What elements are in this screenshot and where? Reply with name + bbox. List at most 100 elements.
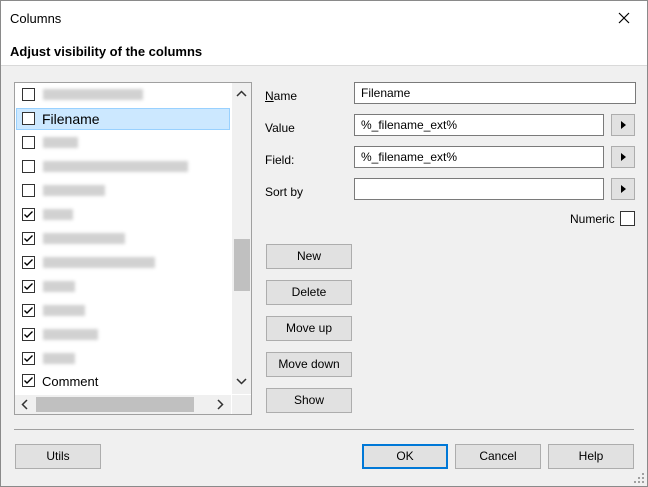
scroll-right-button[interactable] bbox=[210, 396, 229, 413]
redacted-label bbox=[43, 257, 155, 268]
triangle-right-icon bbox=[621, 121, 626, 129]
chevron-up-icon bbox=[236, 90, 247, 97]
redacted-label bbox=[43, 137, 78, 148]
scroll-left-button[interactable] bbox=[16, 396, 35, 413]
redacted-label bbox=[43, 305, 85, 316]
check-icon bbox=[24, 211, 33, 218]
close-icon bbox=[618, 12, 630, 24]
column-checkbox[interactable] bbox=[22, 374, 35, 387]
horizontal-scrollbar[interactable] bbox=[15, 395, 231, 414]
new-button[interactable]: New bbox=[266, 244, 352, 269]
list-item[interactable] bbox=[16, 228, 230, 250]
sortby-insert-button[interactable] bbox=[611, 178, 635, 200]
horizontal-scroll-thumb[interactable] bbox=[36, 397, 194, 412]
cancel-button[interactable]: Cancel bbox=[455, 444, 541, 469]
check-icon bbox=[24, 331, 33, 338]
redacted-label bbox=[43, 89, 143, 100]
name-label: Name bbox=[265, 89, 298, 103]
scroll-up-button[interactable] bbox=[232, 85, 251, 102]
redacted-label bbox=[43, 185, 105, 196]
name-field[interactable]: Filename bbox=[354, 82, 636, 104]
check-icon bbox=[24, 235, 33, 242]
delete-button[interactable]: Delete bbox=[266, 280, 352, 305]
value-insert-button[interactable] bbox=[611, 114, 635, 136]
vertical-scroll-thumb[interactable] bbox=[234, 239, 250, 291]
ok-button[interactable]: OK bbox=[362, 444, 448, 469]
scrollbar-corner bbox=[232, 395, 251, 414]
list-item[interactable] bbox=[16, 324, 230, 346]
redacted-label bbox=[43, 161, 188, 172]
column-checkbox[interactable] bbox=[22, 352, 35, 365]
list-item[interactable] bbox=[16, 348, 230, 370]
field-insert-button[interactable] bbox=[611, 146, 635, 168]
title-bar: Columns bbox=[1, 1, 647, 35]
redacted-label bbox=[43, 329, 98, 340]
value-label-text: Value bbox=[265, 121, 295, 135]
redacted-label bbox=[43, 209, 73, 220]
column-checkbox[interactable] bbox=[22, 136, 35, 149]
numeric-checkbox[interactable] bbox=[620, 211, 635, 226]
column-checkbox[interactable] bbox=[22, 208, 35, 221]
dialog-subtitle: Adjust visibility of the columns bbox=[10, 44, 203, 59]
show-button[interactable]: Show bbox=[266, 388, 352, 413]
chevron-left-icon bbox=[21, 399, 28, 410]
move-down-button[interactable]: Move down bbox=[266, 352, 352, 377]
value-label: Value bbox=[265, 121, 295, 135]
chevron-right-icon bbox=[217, 399, 224, 410]
list-item[interactable]: Comment bbox=[16, 370, 230, 392]
redacted-label bbox=[43, 281, 75, 292]
column-label: Comment bbox=[42, 374, 99, 389]
column-checkbox[interactable] bbox=[22, 232, 35, 245]
column-checkbox[interactable] bbox=[22, 160, 35, 173]
scroll-down-button[interactable] bbox=[232, 373, 251, 390]
column-label: Filename bbox=[42, 111, 100, 127]
column-checkbox[interactable] bbox=[22, 304, 35, 317]
columns-list: Filename Comment bbox=[15, 83, 231, 394]
numeric-label: Numeric bbox=[570, 212, 615, 226]
field-label-text: Field: bbox=[265, 153, 295, 167]
list-item[interactable] bbox=[16, 132, 230, 154]
column-checkbox[interactable] bbox=[22, 184, 35, 197]
sortby-field[interactable] bbox=[354, 178, 604, 200]
list-item[interactable] bbox=[16, 180, 230, 202]
dialog-header: Adjust visibility of the columns bbox=[1, 35, 647, 66]
list-item[interactable] bbox=[16, 204, 230, 226]
triangle-right-icon bbox=[621, 185, 626, 193]
value-field[interactable]: %_filename_ext% bbox=[354, 114, 604, 136]
list-item[interactable]: Filename bbox=[16, 108, 230, 130]
column-checkbox[interactable] bbox=[22, 328, 35, 341]
columns-listbox[interactable]: Filename Comment bbox=[14, 82, 252, 415]
sortby-label-text: Sort by bbox=[265, 185, 304, 199]
columns-dialog: Columns Adjust visibility of the columns… bbox=[0, 0, 648, 487]
list-item[interactable] bbox=[16, 276, 230, 298]
check-icon bbox=[24, 307, 33, 314]
window-title: Columns bbox=[10, 11, 62, 26]
sortby-label: Sort by bbox=[265, 185, 303, 199]
field-label: Field: bbox=[265, 153, 294, 167]
resize-grip-icon[interactable] bbox=[633, 472, 645, 484]
column-checkbox[interactable] bbox=[22, 112, 35, 125]
list-item[interactable] bbox=[16, 252, 230, 274]
check-icon bbox=[24, 259, 33, 266]
field-field[interactable]: %_filename_ext% bbox=[354, 146, 604, 168]
triangle-right-icon bbox=[621, 153, 626, 161]
column-checkbox[interactable] bbox=[22, 280, 35, 293]
check-icon bbox=[24, 377, 33, 384]
redacted-label bbox=[43, 353, 75, 364]
help-button[interactable]: Help bbox=[548, 444, 634, 469]
redacted-label bbox=[43, 233, 125, 244]
check-icon bbox=[24, 355, 33, 362]
footer-separator bbox=[14, 429, 634, 430]
check-icon bbox=[24, 283, 33, 290]
move-up-button[interactable]: Move up bbox=[266, 316, 352, 341]
column-checkbox[interactable] bbox=[22, 256, 35, 269]
utils-button[interactable]: Utils bbox=[15, 444, 101, 469]
list-item[interactable] bbox=[16, 84, 230, 106]
column-checkbox[interactable] bbox=[22, 88, 35, 101]
close-button[interactable] bbox=[607, 5, 641, 33]
name-label-text: ame bbox=[273, 89, 298, 103]
list-item[interactable] bbox=[16, 300, 230, 322]
list-item[interactable] bbox=[16, 156, 230, 178]
chevron-down-icon bbox=[236, 378, 247, 385]
vertical-scrollbar[interactable] bbox=[232, 83, 251, 394]
